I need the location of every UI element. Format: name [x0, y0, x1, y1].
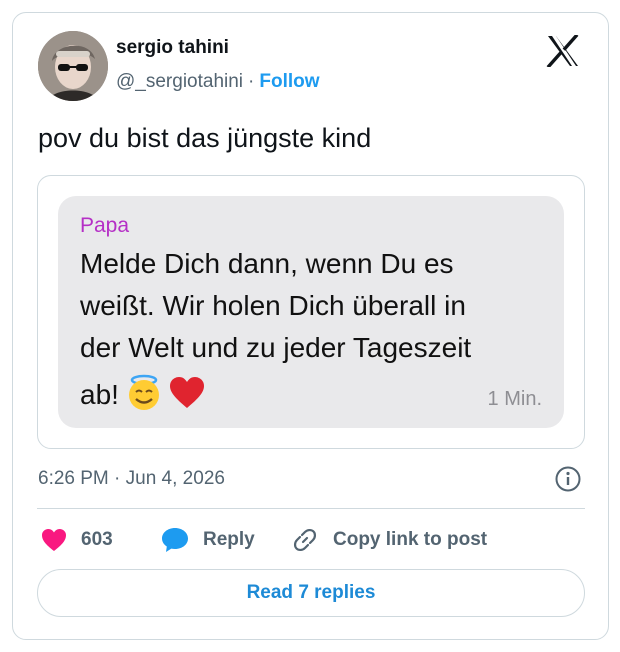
message-line-text: ab!: [80, 378, 119, 410]
message-time: 1 Min.: [487, 388, 542, 410]
separator: ·: [248, 71, 255, 92]
avatar[interactable]: [38, 31, 108, 101]
copy-link-label: Copy link to post: [333, 529, 488, 550]
info-icon[interactable]: [554, 465, 582, 493]
message-sender: Papa: [80, 214, 130, 237]
message-line: der Welt und zu jeder Tageszeit: [80, 332, 472, 363]
tweet-text: pov du bist das jüngste kind: [38, 123, 372, 153]
read-replies-button[interactable]: Read 7 replies: [37, 569, 585, 617]
reply-button[interactable]: Reply: [161, 525, 255, 555]
heart-icon: [42, 529, 66, 551]
message-line: weißt. Wir holen Dich überall in: [80, 290, 466, 321]
tweet-card: sergio tahini @_sergiotahini · Follow pov …: [12, 12, 609, 640]
x-logo-icon[interactable]: [546, 35, 580, 67]
divider: [37, 508, 585, 509]
heart-emoji: [169, 376, 205, 417]
link-icon: [293, 528, 317, 552]
copy-link-button[interactable]: Copy link to post: [291, 525, 487, 555]
message-line: Melde Dich dann, wenn Du es: [80, 248, 454, 279]
like-button[interactable]: 603: [41, 525, 113, 555]
like-count: 603: [81, 529, 113, 550]
angel-emoji: [125, 374, 163, 419]
author-name[interactable]: sergio tahini: [116, 37, 229, 59]
author-handle-row: @_sergiotahini · Follow: [116, 71, 320, 93]
author-handle[interactable]: @_sergiotahini: [116, 71, 243, 92]
message-line-last: ab!: [80, 374, 205, 419]
tweet-timestamp[interactable]: 6:26 PM · Jun 4, 2026: [38, 468, 225, 490]
read-replies-label: Read 7 replies: [246, 582, 376, 603]
reply-label: Reply: [203, 529, 255, 550]
reply-bubble-icon: [162, 528, 188, 552]
embedded-image[interactable]: Papa Melde Dich dann, wenn Du es weißt. …: [37, 175, 585, 449]
message-bubble: Papa Melde Dich dann, wenn Du es weißt. …: [58, 196, 564, 428]
follow-button[interactable]: Follow: [259, 71, 319, 92]
